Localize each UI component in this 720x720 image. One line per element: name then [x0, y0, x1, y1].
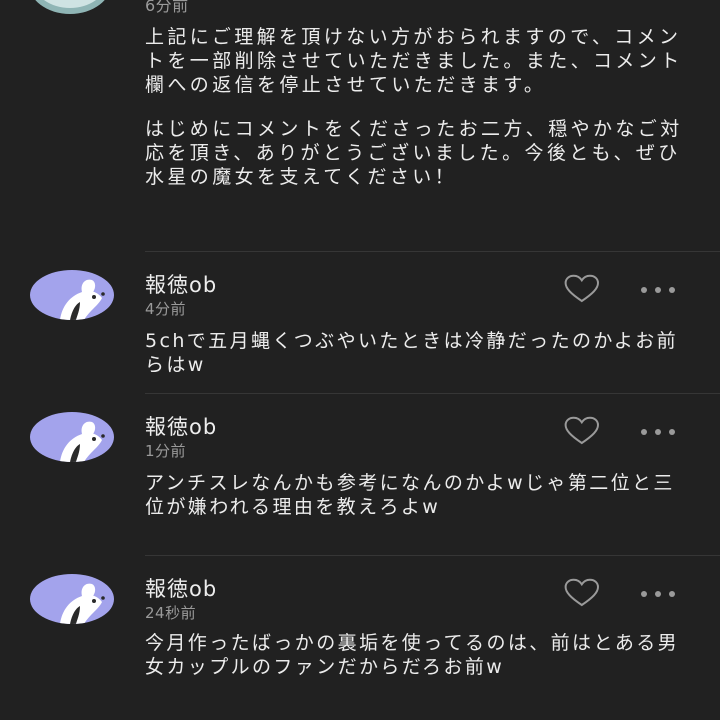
more-horizontal-icon [641, 591, 675, 597]
avatar[interactable] [30, 412, 114, 462]
comment-row: 報徳ob 4分前 5chで五月蝿くつぶやいたときは冷静だったのかよお前らはw [0, 252, 720, 394]
more-options-button[interactable] [636, 414, 680, 450]
heart-outline-icon [564, 578, 599, 607]
more-options-button[interactable] [636, 576, 680, 612]
comment-body: 上記にご理解を頂けない方がおられますので、コメントを一部削除させていただきました… [145, 25, 690, 189]
comment-text: 今月作ったばっかの裏垢を使ってるのは、前はとある男女カップルのファンだからだろお… [145, 632, 680, 678]
comment-row: 報徳ob 24秒前 今月作ったばっかの裏垢を使ってるのは、前はとある男女カップル… [0, 556, 720, 720]
top-comment: 6分前 上記にご理解を頂けない方がおられますので、コメントを一部削除させていただ… [0, 0, 720, 252]
comment-author[interactable]: 報徳ob [145, 269, 217, 299]
dog-avatar-icon [60, 279, 105, 320]
comment-paragraph: はじめにコメントをくださったお二方、穏やかなご対応を頂き、ありがとうございました… [145, 118, 683, 188]
comment-thread: 6分前 上記にご理解を頂けない方がおられますので、コメントを一部削除させていただ… [0, 0, 720, 720]
more-horizontal-icon [641, 287, 675, 293]
comment-timestamp: 6分前 [145, 0, 189, 15]
comment-timestamp: 4分前 [145, 300, 187, 318]
comment-author[interactable]: 報徳ob [145, 573, 217, 603]
comment-timestamp: 1分前 [145, 442, 187, 460]
more-options-button[interactable] [636, 272, 680, 308]
comment-paragraph: 上記にご理解を頂けない方がおられますので、コメントを一部削除させていただきました… [145, 26, 683, 96]
like-button[interactable] [560, 414, 604, 450]
avatar[interactable] [30, 270, 114, 320]
heart-outline-icon [564, 416, 599, 445]
comment-author[interactable]: 報徳ob [145, 411, 217, 441]
dog-avatar-icon [60, 583, 105, 624]
like-button[interactable] [560, 576, 604, 612]
comment-text: アンチスレなんかも参考になんのかよwじゃ第二位と三位が嫌われる理由を教えろよw [145, 472, 675, 518]
comment-text: 5chで五月蝿くつぶやいたときは冷静だったのかよお前らはw [145, 330, 679, 376]
dog-avatar-icon [60, 421, 105, 462]
comment-row: 報徳ob 1分前 アンチスレなんかも参考になんのかよwじゃ第二位と三位が嫌われる… [0, 394, 720, 556]
more-horizontal-icon [641, 429, 675, 435]
heart-outline-icon [564, 274, 599, 303]
avatar[interactable] [28, 0, 112, 14]
like-button[interactable] [560, 272, 604, 308]
comment-timestamp: 24秒前 [145, 604, 197, 622]
avatar[interactable] [30, 574, 114, 624]
